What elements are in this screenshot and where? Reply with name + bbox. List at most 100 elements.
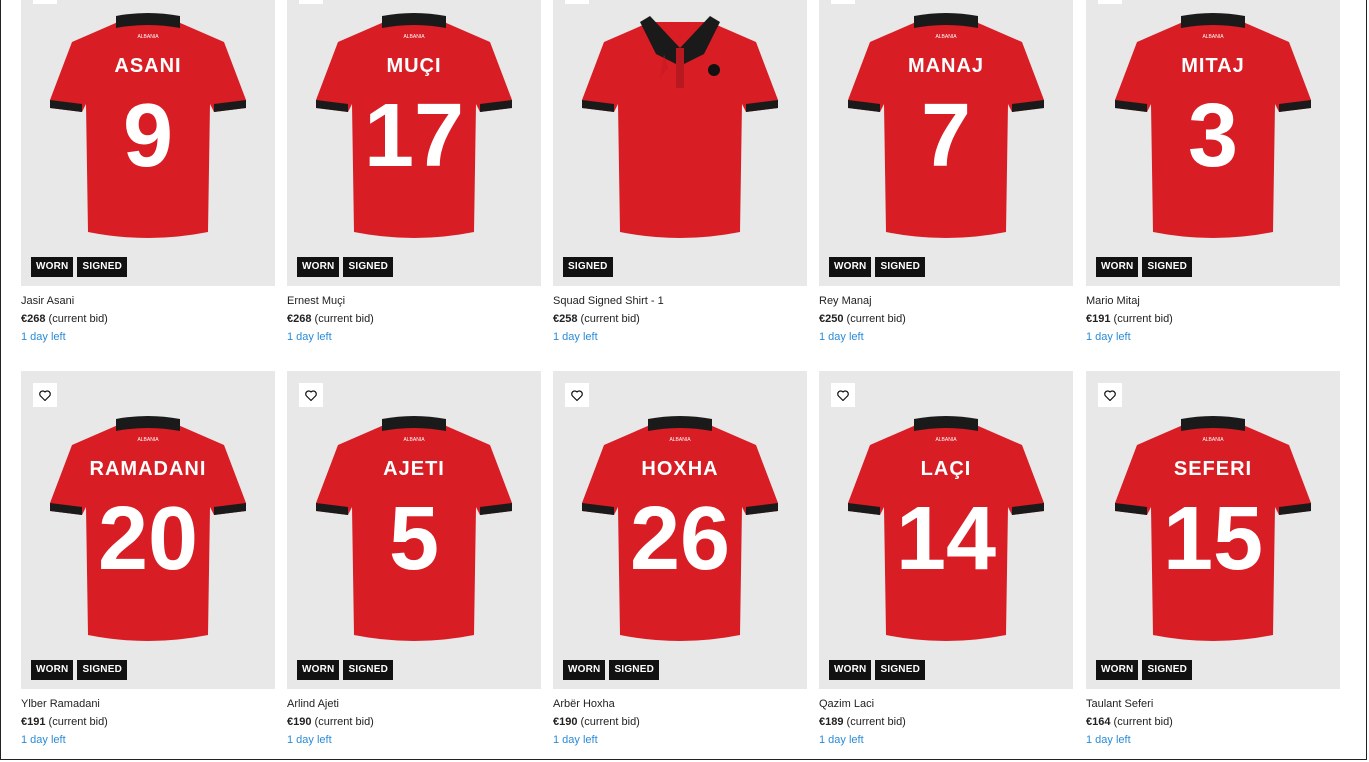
badge-worn: WORN (31, 660, 74, 680)
item-thumbnail[interactable]: ALBANIA AJETI 5 WORN SIGNED (287, 371, 541, 689)
item-thumbnail[interactable]: ALBANIA SEFERI 15 WORN SIGNED (1086, 371, 1340, 689)
badge-group: WORN SIGNED (829, 660, 926, 680)
auction-card[interactable]: ALBANIA HOXHA 26 WORN SIGNED Arbër Hoxha … (553, 371, 807, 746)
badge-signed: SIGNED (1142, 660, 1193, 680)
badge-group: WORN SIGNED (563, 660, 660, 680)
item-title[interactable]: Rey Manaj (819, 295, 1073, 313)
item-thumbnail[interactable]: ALBANIA LAÇI 14 WORN SIGNED (819, 371, 1073, 689)
favorite-button[interactable] (565, 383, 589, 407)
favorite-button[interactable] (831, 383, 855, 407)
badge-worn: WORN (31, 257, 74, 277)
item-thumbnail[interactable]: ALBANIA HOXHA 26 WORN SIGNED (553, 371, 807, 689)
price-value: €258 (553, 313, 578, 325)
badge-signed: SIGNED (1142, 257, 1193, 277)
auction-card[interactable]: ALBANIA SEFERI 15 WORN SIGNED Taulant Sef… (1086, 371, 1340, 746)
item-thumbnail[interactable]: ALBANIA RAMADANI 20 WORN SIGNED (21, 371, 275, 689)
item-title[interactable]: Taulant Seferi (1086, 698, 1340, 716)
item-info: Arlind Ajeti €190 (current bid) 1 day le… (287, 689, 541, 746)
bid-note: (current bid) (580, 313, 640, 325)
favorite-button[interactable] (1098, 0, 1122, 4)
badge-signed: SIGNED (875, 257, 926, 277)
time-left: 1 day left (819, 734, 864, 746)
badge-worn: WORN (297, 660, 340, 680)
item-thumbnail[interactable]: ALBANIA MITAJ 3 WORN SIGNED (1086, 0, 1340, 286)
auction-card[interactable]: ALBANIA ASANI 9 WORN SIGNED Jasir Asani €… (21, 0, 275, 343)
badge-worn: WORN (829, 257, 872, 277)
item-price: €258 (current bid) (553, 313, 807, 331)
item-price: €164 (current bid) (1086, 716, 1340, 734)
heart-icon (1104, 389, 1116, 401)
jersey-name: MUÇI (386, 55, 441, 77)
jersey-image: ALBANIA ASANI 9 (50, 13, 246, 238)
item-price: €191 (current bid) (21, 716, 275, 734)
time-left: 1 day left (553, 734, 598, 746)
item-info: Qazim Laci €189 (current bid) 1 day left (819, 689, 1073, 746)
heart-icon (571, 389, 583, 401)
item-price: €250 (current bid) (819, 313, 1073, 331)
favorite-button[interactable] (33, 383, 57, 407)
item-title[interactable]: Qazim Laci (819, 698, 1073, 716)
jersey-crest-text: ALBANIA (403, 34, 425, 40)
item-title[interactable]: Arlind Ajeti (287, 698, 541, 716)
item-title[interactable]: Ylber Ramadani (21, 698, 275, 716)
bid-note: (current bid) (48, 716, 108, 728)
item-price: €190 (current bid) (287, 716, 541, 734)
auction-card[interactable]: ALBANIA MITAJ 3 WORN SIGNED Mario Mitaj €… (1086, 0, 1340, 343)
auction-card[interactable]: ALBANIA LAÇI 14 WORN SIGNED Qazim Laci €1… (819, 371, 1073, 746)
jersey-name: AJETI (383, 458, 445, 480)
price-value: €191 (1086, 313, 1111, 325)
badge-signed: SIGNED (563, 257, 613, 277)
favorite-button[interactable] (33, 0, 57, 4)
badge-worn: WORN (1096, 660, 1139, 680)
badge-signed: SIGNED (343, 257, 394, 277)
badge-worn: WORN (829, 660, 872, 680)
badge-group: WORN SIGNED (297, 660, 394, 680)
badge-group: WORN SIGNED (31, 660, 128, 680)
favorite-button[interactable] (299, 383, 323, 407)
auction-card[interactable]: SIGNED Squad Signed Shirt - 1 €258 (curr… (553, 0, 807, 343)
jersey-name: ASANI (114, 55, 181, 77)
item-title[interactable]: Arbër Hoxha (553, 698, 807, 716)
item-title[interactable]: Jasir Asani (21, 295, 275, 313)
price-value: €164 (1086, 716, 1111, 728)
time-left: 1 day left (21, 331, 66, 343)
item-info: Arbër Hoxha €190 (current bid) 1 day lef… (553, 689, 807, 746)
item-title[interactable]: Squad Signed Shirt - 1 (553, 295, 807, 313)
badge-worn: WORN (1096, 257, 1139, 277)
auction-card[interactable]: ALBANIA AJETI 5 WORN SIGNED Arlind Ajeti … (287, 371, 541, 746)
bid-note: (current bid) (580, 716, 640, 728)
jersey-crest-text: ALBANIA (1202, 437, 1224, 443)
auction-card[interactable]: ALBANIA RAMADANI 20 WORN SIGNED Ylber Ram… (21, 371, 275, 746)
badge-group: WORN SIGNED (829, 257, 926, 277)
favorite-button[interactable] (1098, 383, 1122, 407)
jersey-image: ALBANIA MANAJ 7 (848, 13, 1044, 238)
jersey-name: LAÇI (921, 458, 972, 480)
heart-icon (837, 389, 849, 401)
jersey-number: 26 (630, 489, 730, 589)
jersey-number: 9 (123, 86, 173, 186)
badge-group: WORN SIGNED (1096, 257, 1193, 277)
item-info: Ylber Ramadani €191 (current bid) 1 day … (21, 689, 275, 746)
favorite-button[interactable] (299, 0, 323, 4)
item-title[interactable]: Ernest Muçi (287, 295, 541, 313)
item-thumbnail[interactable]: ALBANIA MUÇI 17 WORN SIGNED (287, 0, 541, 286)
item-price: €191 (current bid) (1086, 313, 1340, 331)
item-info: Ernest Muçi €268 (current bid) 1 day lef… (287, 286, 541, 343)
item-price: €190 (current bid) (553, 716, 807, 734)
auction-card[interactable]: ALBANIA MUÇI 17 WORN SIGNED Ernest Muçi €… (287, 0, 541, 343)
favorite-button[interactable] (831, 0, 855, 4)
item-price: €268 (current bid) (287, 313, 541, 331)
bid-note: (current bid) (1113, 716, 1173, 728)
badge-signed: SIGNED (609, 660, 660, 680)
item-thumbnail[interactable]: ALBANIA MANAJ 7 WORN SIGNED (819, 0, 1073, 286)
item-thumbnail[interactable]: ALBANIA ASANI 9 WORN SIGNED (21, 0, 275, 286)
bid-note: (current bid) (846, 313, 906, 325)
jersey-image (582, 16, 778, 238)
auction-card[interactable]: ALBANIA MANAJ 7 WORN SIGNED Rey Manaj €25… (819, 0, 1073, 343)
favorite-button[interactable] (565, 0, 589, 4)
item-title[interactable]: Mario Mitaj (1086, 295, 1340, 313)
jersey-crest-text: ALBANIA (935, 437, 957, 443)
jersey-image: ALBANIA MITAJ 3 (1115, 13, 1311, 238)
item-thumbnail[interactable]: SIGNED (553, 0, 807, 286)
badge-signed: SIGNED (343, 660, 394, 680)
